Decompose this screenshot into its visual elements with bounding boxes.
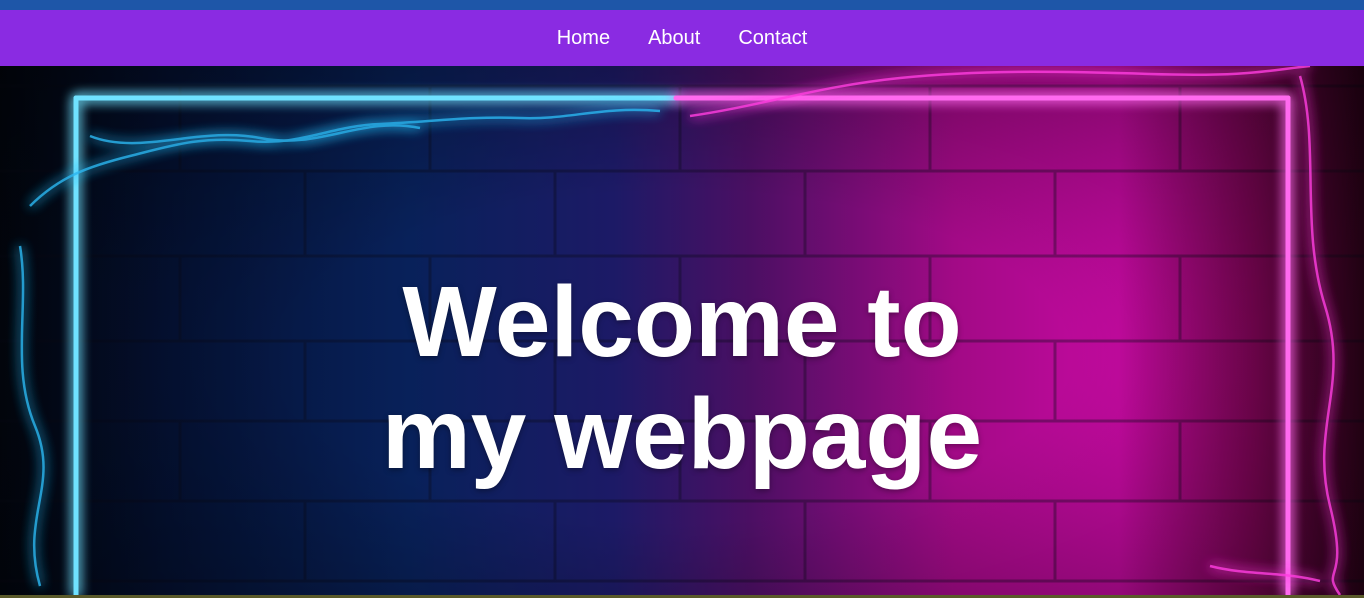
nav-link-about[interactable]: About xyxy=(648,27,700,50)
navbar: Home About Contact xyxy=(0,10,1364,66)
nav-link-home[interactable]: Home xyxy=(557,27,610,50)
hero-headline-line2: my webpage xyxy=(381,378,983,490)
nav-link-contact[interactable]: Contact xyxy=(738,27,807,50)
top-color-strip xyxy=(0,0,1364,10)
hero-banner: Welcome to my webpage xyxy=(0,66,1364,595)
hero-headline-line1: Welcome to xyxy=(402,266,962,378)
hero-headline: Welcome to my webpage xyxy=(0,266,1364,490)
